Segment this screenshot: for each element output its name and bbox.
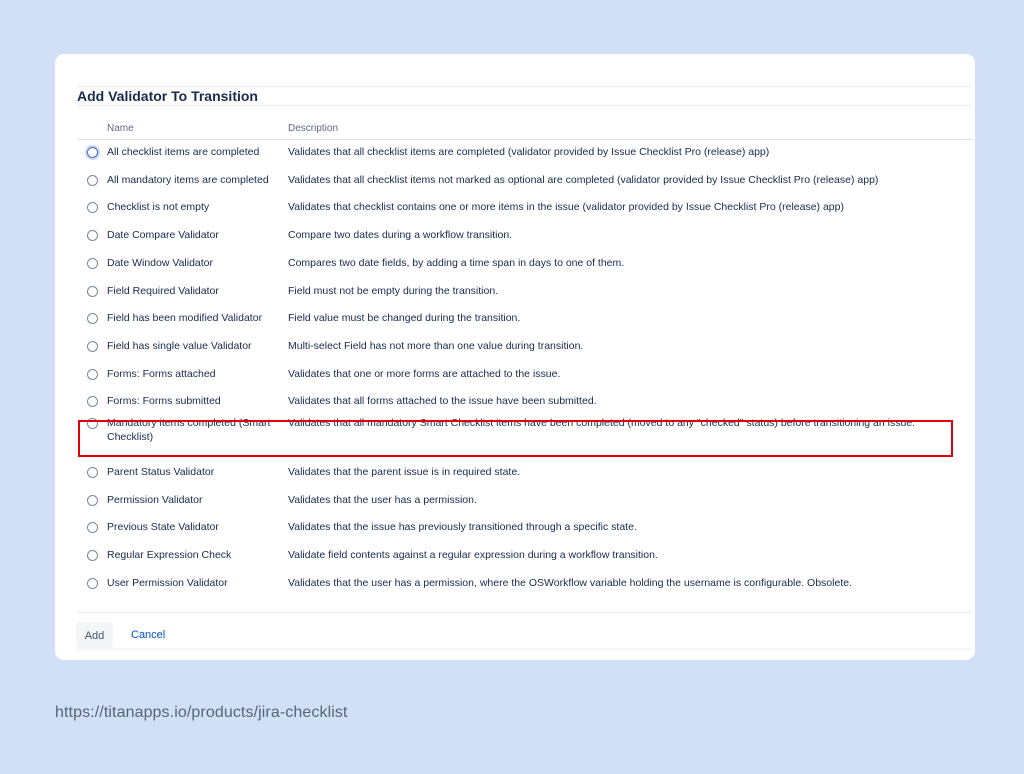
validator-radio[interactable] — [87, 202, 98, 213]
validator-description: Validates that all mandatory Smart Check… — [288, 417, 916, 429]
validator-name: Date Compare Validator — [107, 229, 219, 241]
validator-dialog: Add Validator To Transition Name Descrip… — [55, 54, 975, 660]
validator-name: Regular Expression Check — [107, 549, 232, 561]
validator-name: Permission Validator — [107, 494, 203, 506]
validator-radio[interactable] — [87, 550, 98, 561]
validator-radio[interactable] — [87, 396, 98, 407]
validator-name: Field has single value Validator — [107, 340, 252, 352]
validator-name: Parent Status Validator — [107, 466, 215, 478]
validator-description: Validates that one or more forms are att… — [288, 368, 561, 380]
validator-description: Validates that all checklist items not m… — [288, 174, 879, 186]
validator-radio[interactable] — [87, 369, 98, 380]
validator-radio[interactable] — [87, 495, 98, 506]
validator-radio[interactable] — [87, 467, 98, 478]
source-url: https://titanapps.io/products/jira-check… — [55, 704, 348, 721]
validator-name: Previous State Validator — [107, 521, 219, 533]
column-header-description: Description — [288, 123, 339, 134]
footer-shade — [77, 648, 972, 652]
column-header-name: Name — [107, 123, 134, 134]
validator-name: Date Window Validator — [107, 257, 214, 269]
validator-name: Mandatory items completed (Smart Checkli… — [107, 417, 271, 443]
validator-radio[interactable] — [87, 286, 98, 297]
validator-description: Validates that the issue has previously … — [288, 521, 637, 533]
validator-radio[interactable] — [87, 230, 98, 241]
footer-divider — [77, 612, 972, 613]
dialog-title: Add Validator To Transition — [77, 86, 972, 106]
validator-radio[interactable] — [87, 578, 98, 589]
validator-name: Field Required Validator — [107, 285, 219, 297]
validator-radio[interactable] — [87, 258, 98, 269]
validator-description: Validates that checklist contains one or… — [288, 201, 844, 213]
validator-description: Compare two dates during a workflow tran… — [288, 229, 513, 241]
validator-radio[interactable] — [87, 313, 98, 324]
cancel-button[interactable]: Cancel — [125, 622, 171, 648]
validator-description: Validate field contents against a regula… — [288, 549, 658, 561]
add-button[interactable]: Add — [76, 622, 113, 648]
validator-radio[interactable] — [87, 418, 98, 429]
validator-name: Forms: Forms attached — [107, 368, 216, 380]
validator-description: Field value must be changed during the t… — [288, 312, 521, 324]
validator-description: Validates that the user has a permission… — [288, 494, 477, 506]
table-header: Name Description — [77, 120, 972, 140]
validator-description: Field must not be empty during the trans… — [288, 285, 499, 297]
validator-name: Forms: Forms submitted — [107, 395, 221, 407]
validator-description: Validates that all checklist items are c… — [288, 146, 770, 158]
validator-description: Multi-select Field has not more than one… — [288, 340, 584, 352]
validator-description: Compares two date fields, by adding a ti… — [288, 257, 625, 269]
validator-description: Validates that the user has a permission… — [288, 577, 852, 589]
validator-description: Validates that the parent issue is in re… — [288, 466, 521, 478]
validator-radio[interactable] — [87, 522, 98, 533]
validator-name: Checklist is not empty — [107, 201, 210, 213]
validator-description: Validates that all forms attached to the… — [288, 395, 597, 407]
validator-name: User Permission Validator — [107, 577, 228, 589]
validator-radio[interactable] — [87, 175, 98, 186]
validator-radio[interactable] — [87, 341, 98, 352]
validator-name: Field has been modified Validator — [107, 312, 263, 324]
validator-name: All checklist items are completed — [107, 146, 260, 158]
validator-radio[interactable] — [87, 147, 98, 158]
validator-name: All mandatory items are completed — [107, 174, 269, 186]
